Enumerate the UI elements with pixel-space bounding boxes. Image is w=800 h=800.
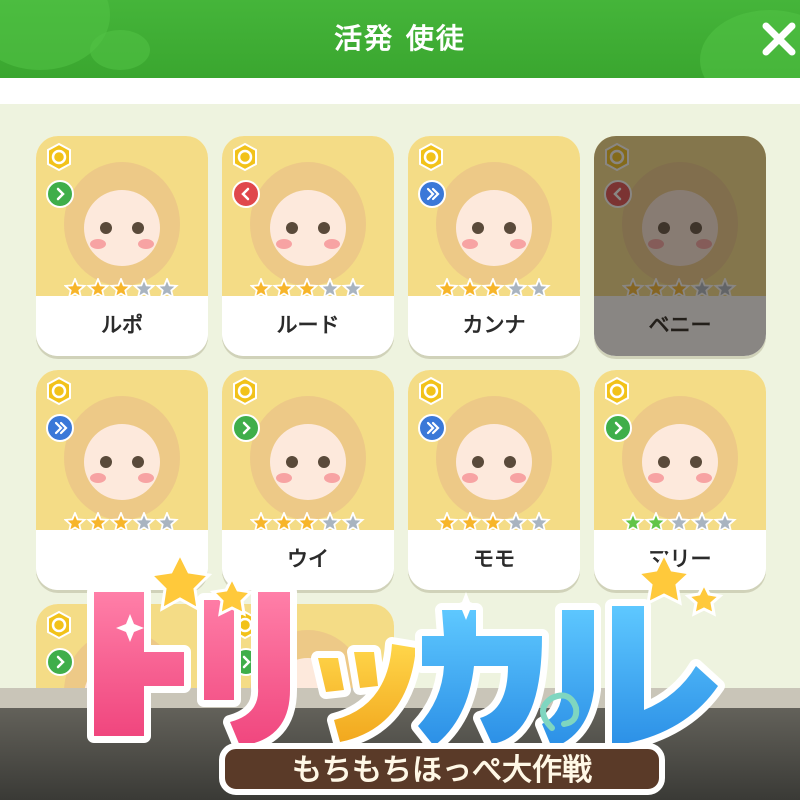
star-filled-icon — [295, 512, 319, 533]
star-empty-icon — [527, 512, 551, 533]
star-filled-icon — [250, 512, 273, 533]
star-empty-icon — [713, 512, 737, 533]
gear-icon — [605, 376, 629, 406]
character-card[interactable]: ベニー — [594, 136, 766, 356]
logo-subtitle: もちもちほっぺ大作戦 — [292, 753, 592, 788]
star-empty-icon — [341, 512, 365, 533]
star-empty-icon — [132, 512, 156, 533]
star-empty-icon — [341, 278, 365, 299]
star-filled-icon — [481, 512, 505, 533]
star-empty-icon — [132, 278, 156, 299]
star-filled-icon — [458, 278, 482, 299]
star-filled-icon — [436, 278, 459, 299]
star-filled-icon — [436, 512, 459, 533]
star-empty-icon — [318, 278, 342, 299]
star-filled-icon — [272, 512, 296, 533]
gear-icon — [47, 376, 71, 406]
star-filled-icon — [295, 278, 319, 299]
star-filled-icon — [64, 278, 87, 299]
star-filled-icon — [622, 512, 645, 533]
direction-double-icon — [418, 180, 446, 208]
star-empty-icon — [504, 512, 528, 533]
star-filled-icon — [86, 512, 110, 533]
star-empty-icon — [318, 512, 342, 533]
character-name: ルポ — [36, 296, 208, 356]
star-filled-icon — [250, 278, 273, 299]
character-card[interactable]: ルポ — [36, 136, 208, 356]
star-filled-icon — [458, 512, 482, 533]
direction-forward-icon — [46, 648, 74, 676]
direction-double-icon — [418, 414, 446, 442]
gear-icon — [419, 142, 443, 172]
direction-forward-icon — [604, 414, 632, 442]
character-name: ルード — [222, 296, 394, 356]
star-empty-icon — [690, 512, 714, 533]
star-empty-icon — [155, 278, 179, 299]
character-card[interactable]: カンナ — [408, 136, 580, 356]
star-filled-icon — [86, 278, 110, 299]
character-card[interactable]: ルード — [222, 136, 394, 356]
header-bar: 活発 使徒 — [0, 0, 800, 78]
direction-double-icon — [46, 414, 74, 442]
star-filled-icon — [481, 278, 505, 299]
game-logo: もちもちほっぺ大作戦 — [87, 550, 725, 795]
star-empty-icon — [527, 278, 551, 299]
star-empty-icon — [155, 512, 179, 533]
gear-icon — [47, 610, 71, 640]
character-name: カンナ — [408, 296, 580, 356]
star-empty-icon — [504, 278, 528, 299]
header-divider — [0, 78, 800, 104]
page-title: 活発 使徒 — [334, 22, 466, 55]
gear-icon — [419, 376, 443, 406]
close-button[interactable] — [758, 18, 800, 60]
direction-forward-icon — [46, 180, 74, 208]
star-filled-icon — [109, 512, 133, 533]
gear-icon — [47, 142, 71, 172]
close-icon — [762, 22, 796, 56]
star-filled-icon — [644, 512, 668, 533]
direction-forward-icon — [232, 414, 260, 442]
star-filled-icon — [64, 512, 87, 533]
gear-icon — [233, 376, 257, 406]
direction-back-icon — [232, 180, 260, 208]
locked-overlay — [594, 136, 766, 356]
star-empty-icon — [667, 512, 691, 533]
gear-icon — [233, 142, 257, 172]
star-filled-icon — [109, 278, 133, 299]
star-filled-icon — [272, 278, 296, 299]
